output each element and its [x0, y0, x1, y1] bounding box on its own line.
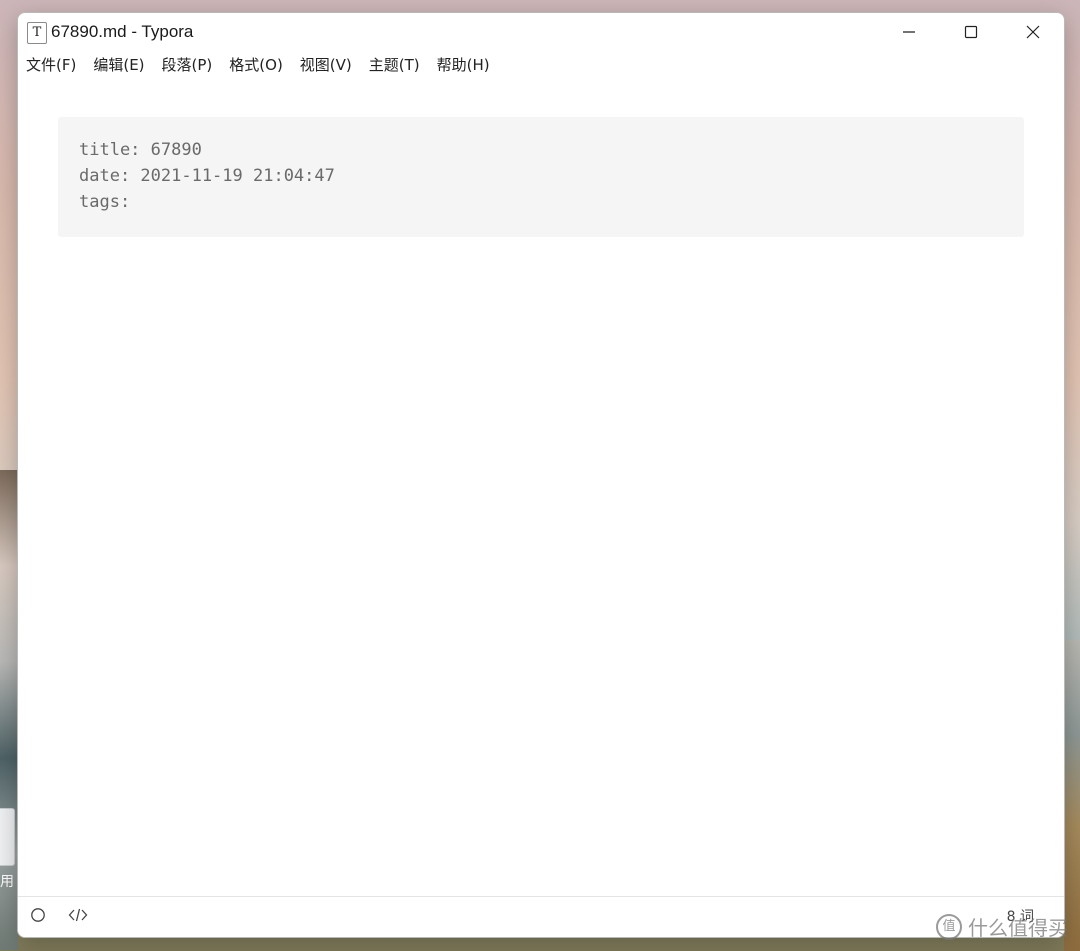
- title-bar[interactable]: T 67890.md - Typora: [18, 13, 1064, 51]
- menu-view[interactable]: 视图(V): [295, 52, 357, 78]
- window-title: 67890.md - Typora: [51, 22, 194, 41]
- menu-bar: 文件(F) 编辑(E) 段落(P) 格式(O) 视图(V) 主题(T) 帮助(H…: [18, 51, 1064, 79]
- menu-format[interactable]: 格式(O): [224, 52, 288, 78]
- desktop-file-icon[interactable]: [0, 808, 15, 866]
- front-matter-date: date: 2021-11-19 21:04:47: [79, 166, 335, 186]
- desktop-wallpaper-right: [1064, 640, 1080, 951]
- menu-edit[interactable]: 编辑(E): [88, 52, 149, 78]
- menu-file[interactable]: 文件(F): [21, 52, 81, 78]
- close-icon: [1026, 25, 1040, 39]
- source-code-toggle-button[interactable]: [68, 907, 88, 927]
- status-bar: 8 词: [18, 896, 1064, 937]
- code-icon: [68, 907, 88, 927]
- minimize-icon: [902, 25, 916, 39]
- sidebar-toggle-button[interactable]: [28, 907, 48, 927]
- watermark-text: 什么值得买: [968, 916, 1068, 940]
- menu-theme[interactable]: 主题(T): [364, 52, 425, 78]
- desktop-file-label[interactable]: 用: [0, 872, 16, 892]
- yaml-front-matter-block[interactable]: title: 67890 date: 2021-11-19 21:04:47 t…: [58, 117, 1024, 237]
- maximize-icon: [964, 25, 978, 39]
- site-watermark: 值 什么值得买: [936, 912, 1068, 941]
- editor-area[interactable]: title: 67890 date: 2021-11-19 21:04:47 t…: [18, 79, 1064, 897]
- typora-window: T 67890.md - Typora 文件(F) 编辑(E) 段落(P) 格式…: [17, 12, 1065, 938]
- close-button[interactable]: [1002, 13, 1064, 51]
- typora-app-icon: T: [27, 22, 47, 44]
- front-matter-title: title: 67890: [79, 140, 202, 160]
- menu-paragraph[interactable]: 段落(P): [157, 52, 218, 78]
- maximize-button[interactable]: [940, 13, 1002, 51]
- circle-icon: [30, 907, 46, 927]
- watermark-logo-icon: 值: [936, 913, 962, 940]
- menu-help[interactable]: 帮助(H): [432, 52, 495, 78]
- front-matter-tags: tags:: [79, 192, 131, 212]
- minimize-button[interactable]: [878, 13, 940, 51]
